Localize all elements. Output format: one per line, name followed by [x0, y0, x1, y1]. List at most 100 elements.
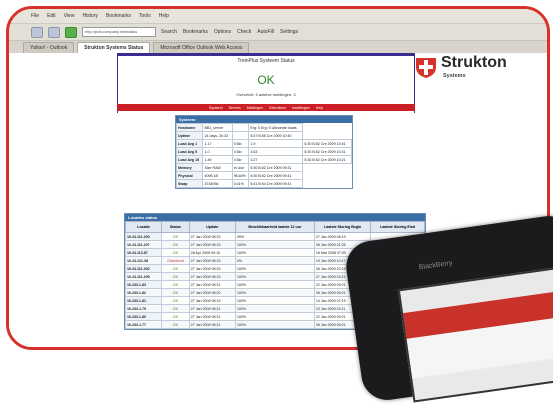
- status-cell: OK: [161, 280, 190, 289]
- system-cell: 1.17: [202, 139, 233, 148]
- system-row: Load Avg 15 1.49 0.5kr 3.27 5:30 B:52 Cre 20…: [175, 155, 352, 164]
- nav-link[interactable]: Gebruikers: [269, 106, 286, 110]
- table-cell: 28 Apr 2008 09:10: [188, 248, 236, 257]
- browser-toolbar: http://pda.company.net/status Search Book…: [9, 24, 547, 41]
- system-row: Hostname BB1_server Erg: 0 Erg: 0 Uitvoerd…: [175, 123, 352, 132]
- system-panel: Systeem Hostname BB1_server Erg: 0 Erg: 0 …: [175, 115, 353, 189]
- system-cell: 3.63: [248, 147, 304, 156]
- servers-column-header[interactable]: Laatste Storing Begin: [313, 221, 372, 233]
- servers-column-header[interactable]: Locatie: [124, 221, 163, 233]
- system-cell: Size RAM: [202, 163, 233, 172]
- toolbar-item[interactable]: Settings: [280, 29, 298, 35]
- system-cell: 5:41 B:54 Cre 2009 09:41: [248, 179, 304, 188]
- table-cell: 27 Jan 2009 08:20: [188, 288, 236, 297]
- menu-item[interactable]: Tools: [139, 13, 151, 19]
- menu-item[interactable]: View: [64, 13, 75, 19]
- status-cell: OK: [161, 288, 190, 297]
- table-cell: 100%: [234, 296, 315, 305]
- system-cell: BB1_server: [202, 123, 233, 132]
- table-cell: 100%: [234, 288, 315, 297]
- status-cell: OK: [161, 296, 190, 305]
- header-accent: [118, 53, 414, 56]
- toolbar-item[interactable]: Bookmarks: [183, 29, 208, 35]
- table-cell: 27 Jan 2009 08:21: [188, 280, 236, 289]
- system-cell: 5:30 B:52 Cre 2009 09:31: [248, 163, 304, 172]
- table-cell: 27 Jan 2009 08:19: [188, 296, 236, 305]
- cross-shield-icon: [416, 58, 436, 78]
- table-cell: 27 Jan 2009 08:23: [188, 272, 236, 281]
- system-table: Hostname BB1_server Erg: 0 Erg: 0 Uitvoerd…: [175, 123, 352, 188]
- nav-link[interactable]: Systeem: [209, 106, 223, 110]
- status-cell: OK: [161, 312, 190, 321]
- brand-sub: Systems: [443, 73, 466, 79]
- nav-link[interactable]: Instellingen: [292, 106, 310, 110]
- address-bar[interactable]: http://pda.company.net/status: [82, 27, 156, 37]
- table-cell: 10.233.1.77: [124, 320, 163, 329]
- toolbar-item[interactable]: Search: [161, 29, 177, 35]
- menu-item[interactable]: Edit: [47, 13, 56, 19]
- table-cell: 27 Jan 2009 08:21: [188, 320, 236, 329]
- browser-tab[interactable]: Strukton Systems Status: [77, 42, 151, 53]
- system-cell: 4096 1B: [202, 171, 233, 180]
- menu-item[interactable]: Help: [159, 13, 169, 19]
- phone-brand: BlackBerry: [418, 259, 453, 272]
- system-cell: 5:30 B:52 Cre 2009 10:21: [302, 155, 352, 164]
- system-cell: 5:30 B:52 Cre 2009 09:41: [248, 171, 304, 180]
- status-summary: Overzicht: 3 actieve meldingen: 3: [236, 92, 296, 97]
- toolbar-labels: Search Bookmarks Options Check AutoFill Setti…: [161, 29, 304, 35]
- system-cell: 0.5kr: [231, 147, 250, 156]
- system-cell: Memory: [175, 163, 204, 172]
- table-cell: 10.24.121.38: [124, 256, 163, 265]
- system-cell: Load Avg 5: [175, 147, 204, 156]
- system-cell: [231, 131, 250, 140]
- menu-item[interactable]: Bookmarks: [106, 13, 131, 19]
- nav-link[interactable]: Help: [316, 106, 323, 110]
- system-row: Physical 4096 1B 96.60% 5:30 B:52 Cre 2009 …: [175, 171, 352, 180]
- servers-column-header[interactable]: Beschikbaarheid laatste 12 uur: [234, 221, 315, 233]
- status-cell: OK: [161, 272, 190, 281]
- toolbar-item[interactable]: Options: [214, 29, 231, 35]
- table-cell: 100%: [234, 264, 315, 273]
- toolbar-item[interactable]: AutoFill: [257, 29, 274, 35]
- system-cell: 1.49: [202, 155, 233, 164]
- servers-column-header[interactable]: Laatste Storing Eind: [370, 221, 425, 233]
- nav-link[interactable]: Meldingen: [247, 106, 263, 110]
- nav-link[interactable]: Servers: [229, 106, 241, 110]
- forward-icon[interactable]: [48, 26, 60, 38]
- table-cell: 10.233.1.83: [124, 280, 163, 289]
- system-cell: Swap: [175, 179, 204, 188]
- status-cell: OK: [161, 264, 190, 273]
- servers-column-header[interactable]: Update: [188, 221, 236, 233]
- system-cell: Load Avg 1: [175, 139, 204, 148]
- system-cell: 3734936: [202, 179, 233, 188]
- browser-tab[interactable]: Microsoft Office Outlook Web Access: [153, 42, 250, 53]
- system-row: Load Avg 5 1.0 0.5kr 3.63 5:30 B:52 Cre 2009…: [175, 147, 352, 156]
- menu-item[interactable]: File: [31, 13, 39, 19]
- table-cell: 100%: [234, 304, 315, 313]
- go-icon[interactable]: [65, 26, 77, 38]
- table-cell: 10.24.113.87: [124, 248, 163, 257]
- system-cell: 0.5kr: [231, 139, 250, 148]
- table-cell: 99%: [234, 232, 315, 241]
- toolbar-item[interactable]: Check: [237, 29, 251, 35]
- browser-tab[interactable]: Yahoo! - Outlook: [23, 42, 75, 53]
- page-nav: Systeem Servers Meldingen Gebruikers Instell…: [117, 104, 415, 111]
- brand-name: Strukton: [441, 54, 507, 71]
- table-cell: 10.24.111.202: [124, 264, 163, 273]
- table-cell: 100%: [234, 240, 315, 249]
- system-cell: 5:30 B:52 Cre 2009 10:41: [302, 139, 352, 148]
- status-cell: OK: [161, 248, 190, 257]
- menu-item[interactable]: History: [82, 13, 98, 19]
- table-cell: 27 Jan 2009 08:21: [188, 304, 236, 313]
- system-cell: 5:30 B:52 Cre 2009 10:31: [302, 147, 352, 156]
- page-title: TreinPlus Systeem Status: [237, 58, 295, 64]
- servers-column-header[interactable]: Status: [161, 221, 190, 233]
- table-cell: 27 Jan 2009 08:23: [188, 240, 236, 249]
- phone-screen: [397, 266, 553, 403]
- back-icon[interactable]: [31, 26, 43, 38]
- strukton-logo: Strukton Systems: [413, 53, 543, 93]
- status-cell: OK: [161, 232, 190, 241]
- system-cell: 0.5kr: [231, 155, 250, 164]
- table-cell: 100%: [234, 272, 315, 281]
- status-cell: Onbekend: [161, 256, 190, 265]
